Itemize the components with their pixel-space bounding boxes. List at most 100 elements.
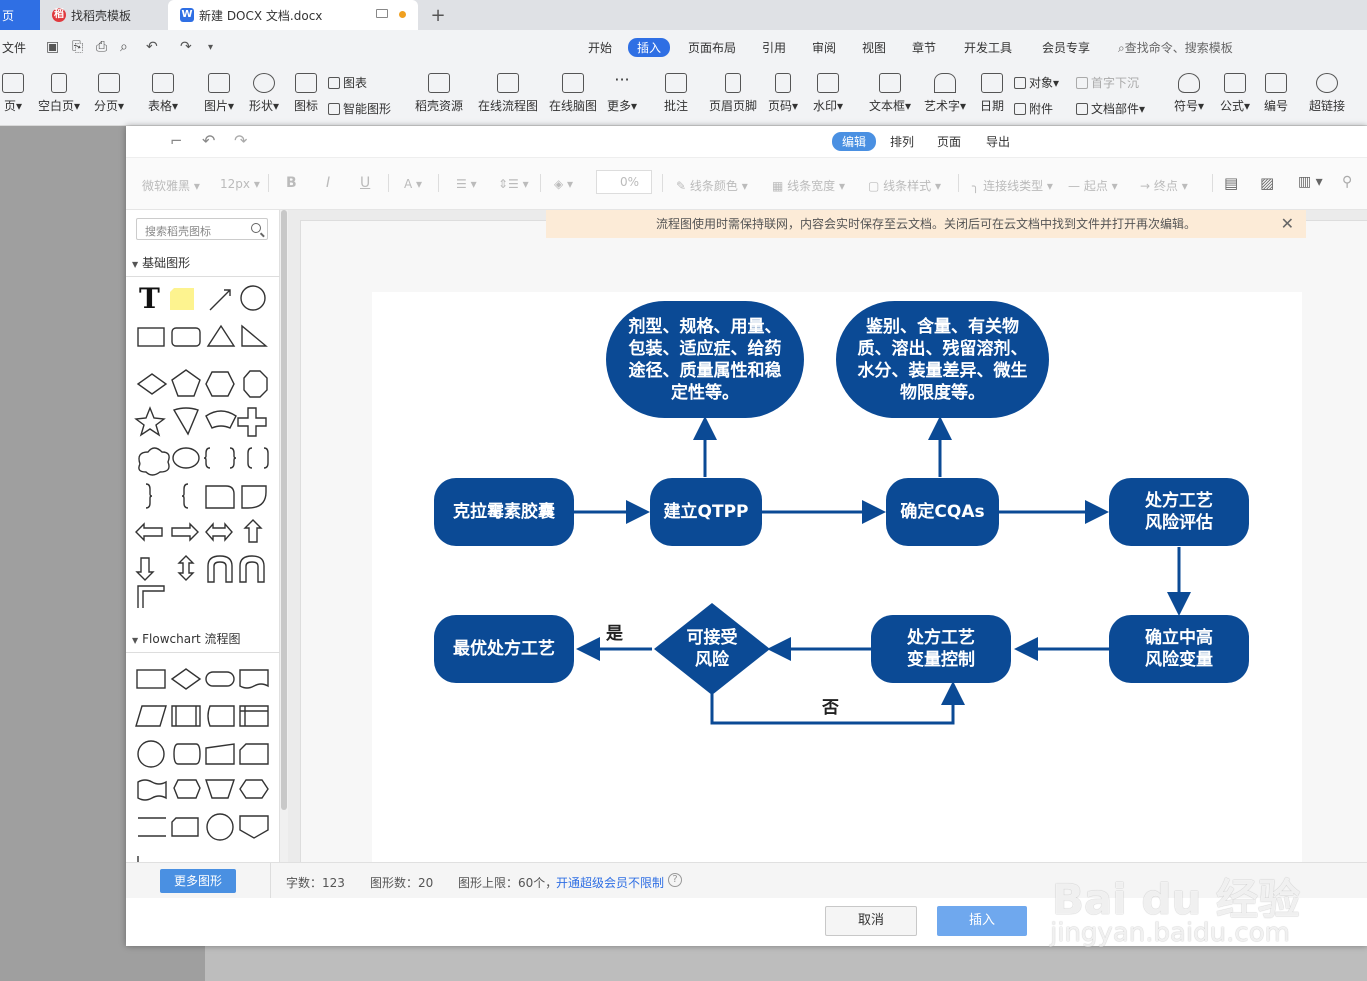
page-button[interactable]: 页▾ [0,66,26,126]
date-button[interactable]: 日期 [976,66,1008,126]
flowchart-shapes-grid[interactable] [126,656,280,862]
online-flowchart-button[interactable]: 在线流程图 [476,66,540,126]
new-tab-button[interactable]: + [428,0,448,30]
docer-resource-button[interactable]: 稻壳资源 [414,66,464,126]
textbox-button[interactable]: 文本框▾ [864,66,916,126]
hyperlink-button[interactable]: 超链接 [1306,66,1348,126]
table-button[interactable]: 表格▾ [144,66,182,126]
formula-button[interactable]: 公式▾ [1216,66,1254,126]
menu-file[interactable]: 文件 [2,39,26,56]
node-cqas-detail[interactable]: 鉴别、含量、有关物 质、溶出、残留溶剂、 水分、装量差异、微生 物限度等。 [836,301,1049,418]
page-number-button[interactable]: 页码▾ [764,66,802,126]
node-qtpp[interactable]: 建立QTPP [650,478,762,546]
font-color-button[interactable]: A ▾ [404,177,422,191]
layout-panel-icon[interactable]: ▤ [1224,174,1238,192]
shape-button[interactable]: 形状▾ [244,66,284,126]
picture-button[interactable]: 图片▾ [200,66,238,126]
menu-view[interactable]: 视图 [862,39,886,56]
undo-icon[interactable]: ↶ [146,39,158,55]
attachment-button[interactable]: 附件 [1014,100,1053,117]
node-capsule[interactable]: 克拉霉素胶囊 [434,478,574,546]
insert-button[interactable]: 插入 [937,906,1027,936]
line-style-button[interactable]: ▢ 线条样式 ▾ [868,177,941,194]
label-yes[interactable]: 是 [606,619,623,644]
object-button[interactable]: 对象▾ [1014,74,1059,91]
print-icon[interactable]: ⎙ [96,39,107,55]
underline-button[interactable]: U [360,175,370,191]
tab-edit[interactable]: 编辑 [832,132,877,151]
node-cqas[interactable]: 确定CQAs [886,478,999,546]
page-break-button[interactable]: 分页▾ [90,66,128,126]
window-icon[interactable] [376,9,388,18]
format-painter-icon[interactable]: ⌐ [170,132,183,150]
tab-arrange[interactable]: 排列 [890,133,914,150]
line-width-button[interactable]: ▦ 线条宽度 ▾ [772,177,845,194]
menu-insert[interactable]: 插入 [628,38,671,57]
watermark-button[interactable]: 水印▾ [808,66,848,126]
font-size-select[interactable]: 12px ▾ [220,177,260,191]
command-search[interactable]: ⌕查找命令、搜索模板 [1118,39,1233,56]
menu-page-layout[interactable]: 页面布局 [688,39,736,56]
tab-docer-templates[interactable]: 稻 找稻壳模板 [40,0,168,30]
menu-home[interactable]: 开始 [588,39,612,56]
doc-parts-button[interactable]: 文档部件▾ [1076,100,1145,117]
upgrade-member-link[interactable]: 开通超级会员不限制 [556,874,664,891]
close-icon[interactable]: ✕ [1281,210,1294,238]
save-icon[interactable]: ▣ [46,39,59,55]
search-icon[interactable] [251,223,261,233]
line-color-button[interactable]: ✎ 线条颜色 ▾ [676,177,748,194]
symbol-button[interactable]: 符号▾ [1170,66,1208,126]
scrollbar-thumb[interactable] [281,210,287,810]
node-optimal-formulation[interactable]: 最优处方工艺 [434,615,574,683]
cancel-button[interactable]: 取消 [825,906,917,936]
line-spacing-icon[interactable]: ⇕☰ ▾ [498,177,529,191]
node-variable-control[interactable]: 处方工艺 变量控制 [871,615,1011,683]
flowchart-diagram[interactable]: 克拉霉素胶囊 建立QTPP 确定CQAs 处方工艺 风险评估 确立中高 风险变量 处… [372,292,1302,863]
label-no[interactable]: 否 [822,693,839,718]
font-family-select[interactable]: 微软雅黑 ▾ [142,177,200,194]
online-mindmap-button[interactable]: 在线脑图 [546,66,600,126]
node-qtpp-detail[interactable]: 剂型、规格、用量、 包装、适应症、给药 途径、质量属性和稳 定性等。 [606,301,804,418]
undo-icon[interactable]: ↶ [202,131,215,150]
tab-page[interactable]: 页面 [937,133,961,150]
fill-color-icon[interactable]: ◈ ▾ [554,177,573,191]
export-icon[interactable]: ⎘ [72,39,83,55]
more-button[interactable]: ··· 更多▾ [604,66,640,126]
connector-type-button[interactable]: ╮ 连接线类型 ▾ [972,177,1053,194]
menu-references[interactable]: 引用 [762,39,786,56]
wordart-button[interactable]: 艺术字▾ [920,66,970,126]
opacity-input[interactable]: 0% [596,170,652,194]
help-icon[interactable]: ? [668,873,682,887]
redo-icon[interactable]: ↷ [234,131,247,150]
page-format-icon[interactable]: ▥ ▾ [1298,174,1323,190]
menu-developer[interactable]: 开发工具 [964,39,1012,56]
line-end-button[interactable]: → 终点 ▾ [1140,177,1188,194]
menu-review[interactable]: 审阅 [812,39,836,56]
node-risk-assessment[interactable]: 处方工艺 风险评估 [1109,478,1249,546]
bold-button[interactable]: B [286,175,297,191]
numbering-button[interactable]: 编号 [1262,66,1290,126]
link-icon[interactable]: ⚲ [1342,174,1352,190]
tab-document[interactable]: W 新建 DOCX 文档.docx [168,0,418,30]
line-start-button[interactable]: — 起点 ▾ [1068,177,1118,194]
blank-page-button[interactable]: 空白页▾ [34,66,84,126]
image-icon[interactable]: ▨ [1260,174,1274,192]
shape-panel-scrollbar[interactable] [280,210,288,862]
align-icon[interactable]: ☰ ▾ [456,177,477,191]
node-high-risk-variables[interactable]: 确立中高 风险变量 [1109,615,1249,683]
italic-button[interactable]: I [326,175,330,191]
tab-export[interactable]: 导出 [986,133,1010,150]
smart-graphic-button[interactable]: 智能图形 [328,100,391,117]
preview-icon[interactable]: ⌕ [120,39,128,55]
tab-home[interactable]: 页 [0,0,40,30]
menu-chapter[interactable]: 章节 [912,39,936,56]
menu-member[interactable]: 会员专享 [1042,39,1090,56]
header-footer-button[interactable]: 页眉页脚 [704,66,762,126]
chart-button[interactable]: 图表 [328,74,367,91]
more-shapes-button[interactable]: 更多图形 [160,869,236,893]
quick-access-dropdown-icon[interactable]: ▾ [208,42,213,53]
icon-button[interactable]: 图标 [290,66,322,126]
redo-icon[interactable]: ↷ [180,39,192,55]
comment-button[interactable]: 批注 [660,66,692,126]
icon-search-input[interactable]: 搜索稻壳图标 [136,218,268,240]
